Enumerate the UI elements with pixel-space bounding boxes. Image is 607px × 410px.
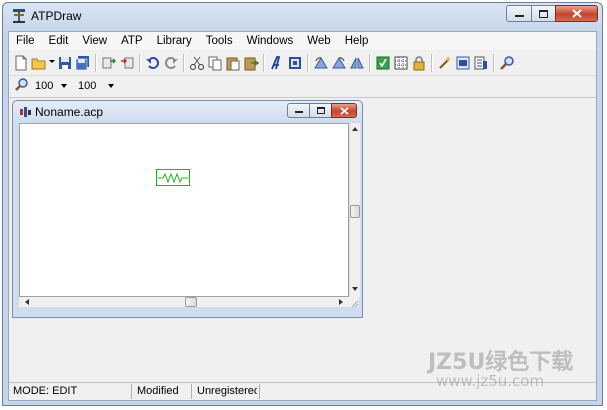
circuit-doc-icon [20,107,31,117]
menu-web[interactable]: Web [300,32,337,50]
cut-icon[interactable] [189,55,205,71]
minimize-button[interactable] [506,5,532,22]
run-atp-icon[interactable] [375,55,391,71]
toolbar-separator [493,54,495,72]
zoom-secondary-select[interactable]: 100 [78,77,115,94]
child-maximize-button[interactable] [309,103,332,118]
save-icon[interactable] [57,55,73,71]
menu-edit[interactable]: Edit [42,32,76,50]
child-close-button[interactable] [331,103,357,118]
circuit-window: Noname.acp [12,100,363,318]
grid-icon[interactable] [393,55,409,71]
status-divider [259,384,260,399]
mdi-workspace: Noname.acp [9,98,596,382]
close-button[interactable] [555,5,598,22]
view-icon[interactable] [455,55,471,71]
maximize-icon [539,9,548,18]
horizontal-scrollbar[interactable] [19,297,349,307]
find-icon[interactable] [499,55,515,71]
size-grip-icon [351,300,359,308]
toolbar-separator [431,54,433,72]
resistor-symbol-icon [158,172,188,184]
child-window-title: Noname.acp [35,105,104,119]
menu-file[interactable]: File [9,32,42,50]
close-icon [571,9,582,18]
caption-buttons [506,5,598,22]
settings-wand-icon[interactable] [437,55,453,71]
main-toolbar [9,51,596,76]
redo-icon[interactable] [163,55,179,71]
text-label-icon[interactable] [269,55,285,71]
open-folder-icon[interactable] [31,55,47,71]
minimize-icon [514,14,524,17]
resistor-component[interactable] [156,169,190,186]
toolbar-separator [183,54,185,72]
undo-icon[interactable] [145,55,161,71]
status-modified: Modified [137,385,179,397]
maximize-icon [316,107,325,114]
import-icon[interactable] [101,55,117,71]
title-bar[interactable]: ATPDraw [3,3,602,29]
minimize-icon [294,111,303,113]
scroll-down-icon[interactable] [352,287,358,291]
scroll-right-icon[interactable] [339,299,343,305]
flip-icon[interactable] [349,55,365,71]
child-minimize-button[interactable] [287,103,310,118]
vertical-scroll-thumb[interactable] [350,205,360,218]
scroll-left-icon[interactable] [25,299,29,305]
menu-tools[interactable]: Tools [199,32,240,50]
menu-help[interactable]: Help [338,32,376,50]
picture-icon[interactable] [287,55,303,71]
rotate-right-icon[interactable] [331,55,347,71]
new-file-icon[interactable] [13,55,29,71]
menu-library[interactable]: Library [150,32,199,50]
toolbar-separator [263,54,265,72]
paste-icon[interactable] [225,55,241,71]
menu-windows[interactable]: Windows [240,32,301,50]
lock-icon[interactable] [411,55,427,71]
circuit-canvas[interactable] [19,123,349,297]
size-grip[interactable] [349,297,359,308]
maximize-button[interactable] [531,5,556,22]
chevron-down-icon [61,83,68,88]
zoom-primary-value: 100 [35,79,54,92]
save-all-icon[interactable] [75,55,91,71]
zoom-icon[interactable] [15,78,29,92]
vertical-scrollbar[interactable] [349,123,360,297]
chevron-down-icon [108,83,115,88]
child-caption-buttons [287,103,357,118]
list-icon[interactable] [473,55,489,71]
horizontal-scroll-thumb[interactable] [185,297,197,307]
status-divider [131,384,132,399]
menu-bar: File Edit View ATP Library Tools Windows… [9,32,596,50]
toolbar-separator [139,54,141,72]
export-icon[interactable] [119,55,135,71]
watermark-url: www.jz5u.com [436,372,545,390]
zoom-secondary-value: 100 [78,79,97,92]
toolbar-separator [95,54,97,72]
status-mode: MODE: EDIT [13,385,78,397]
window-title: ATPDraw [31,9,82,23]
toolbar-separator [307,54,309,72]
toolbar-separator [369,54,371,72]
atpdraw-app-icon [13,9,25,23]
zoom-toolbar: 100 100 [9,76,596,98]
rotate-left-icon[interactable] [313,55,329,71]
menu-atp[interactable]: ATP [114,32,150,50]
open-dropdown-arrow[interactable] [49,60,55,63]
menu-view[interactable]: View [75,32,114,50]
scroll-up-icon[interactable] [352,127,358,131]
status-divider [191,384,192,399]
status-registration: Unregistered [197,385,257,397]
copy-icon[interactable] [207,55,223,71]
close-icon [339,106,349,115]
paste-special-icon[interactable] [243,55,259,71]
zoom-primary-select[interactable]: 100 [35,77,68,94]
